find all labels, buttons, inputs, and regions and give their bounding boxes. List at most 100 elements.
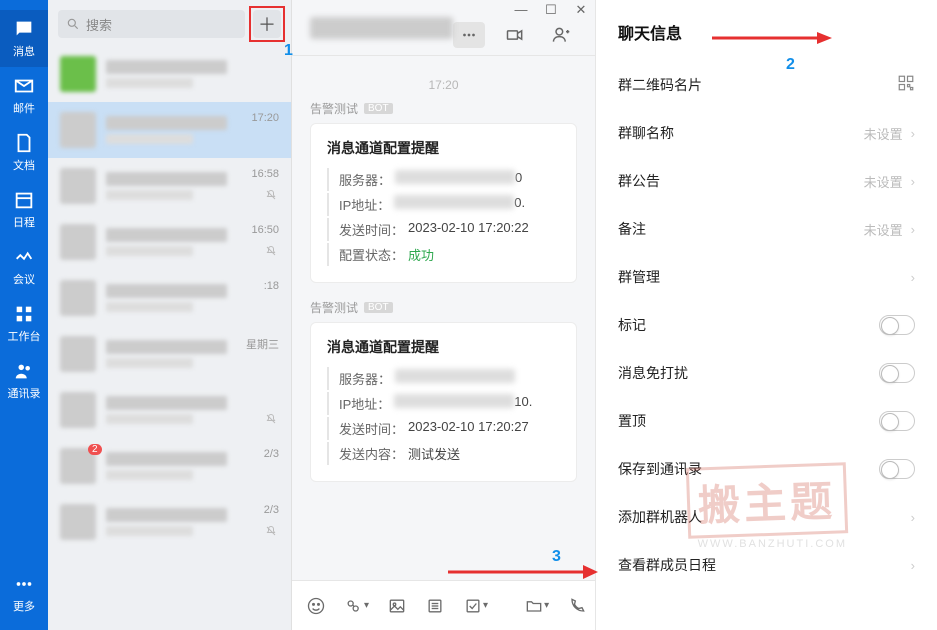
minimize-button[interactable]: — (513, 2, 529, 18)
info-row-查看群成员日程[interactable]: 查看群成员日程› (596, 541, 937, 589)
nav-more[interactable]: 更多 (0, 565, 48, 622)
info-label: 群聊名称 (618, 123, 674, 143)
task-button[interactable]: ▾ (463, 596, 488, 616)
image-button[interactable] (387, 596, 407, 616)
add-member-button[interactable] (545, 22, 577, 48)
info-row-群管理[interactable]: 群管理› (596, 253, 937, 301)
info-value: 未设置 (864, 172, 903, 191)
info-label: 置顶 (618, 411, 646, 431)
info-label: 备注 (618, 219, 646, 239)
info-row-群聊名称[interactable]: 群聊名称未设置› (596, 109, 937, 157)
chevron-right-icon: › (911, 174, 915, 189)
conversation-item[interactable]: 2/3 2 (48, 438, 291, 494)
info-title: 聊天信息 (596, 20, 937, 60)
info-row-保存到通讯录[interactable]: 保存到通讯录 (596, 445, 937, 493)
card-field: 服务器： (327, 367, 560, 390)
conv-time: :18 (264, 280, 279, 292)
info-row-群二维码名片[interactable]: 群二维码名片 (596, 60, 937, 109)
call-button[interactable] (567, 596, 587, 616)
avatar (60, 280, 96, 316)
nav-label: 消息 (13, 43, 35, 59)
screenshot-button[interactable]: ▾ (344, 596, 369, 616)
conversation-item[interactable]: 2/3 (48, 494, 291, 550)
sidebar-nav: 消息 邮件 文档 日程 会议 工作台 通讯录 更多 (0, 0, 48, 630)
toggle-switch[interactable] (879, 411, 915, 431)
message-sender: 告警测试BOT (310, 299, 577, 316)
conversation-item[interactable]: 16:50 (48, 214, 291, 270)
card-field: 发送时间：2023-02-10 17:20:27 (327, 417, 560, 440)
avatar (60, 112, 96, 148)
conv-time: 星期三 (246, 336, 279, 352)
info-label: 群公告 (618, 171, 660, 191)
info-row-群公告[interactable]: 群公告 未设置 › (596, 157, 937, 205)
mute-icon (265, 245, 277, 260)
avatar (60, 224, 96, 260)
nav-docs[interactable]: 文档 (0, 124, 48, 181)
maximize-button[interactable]: ☐ (543, 2, 559, 18)
avatar (60, 504, 96, 540)
info-row-标记[interactable]: 标记 (596, 301, 937, 349)
conversation-item[interactable]: 16:58 (48, 158, 291, 214)
nav-calendar[interactable]: 日程 (0, 181, 48, 238)
nav-contacts[interactable]: 通讯录 (0, 352, 48, 409)
conv-preview-blurred (106, 134, 193, 144)
conv-time: 2/3 (264, 448, 279, 460)
search-placeholder: 搜索 (86, 15, 112, 34)
window-controls: — ☐ ✕ (513, 2, 589, 18)
conversation-item[interactable]: 17:20 (48, 102, 291, 158)
nav-meeting[interactable]: 会议 (0, 238, 48, 295)
conversation-item[interactable]: :18 (48, 270, 291, 326)
conv-preview-blurred (106, 246, 193, 256)
chevron-right-icon: › (911, 558, 915, 573)
emoji-button[interactable] (306, 596, 326, 616)
conv-name-blurred (106, 396, 227, 410)
info-value: 未设置 (864, 220, 903, 239)
conv-preview-blurred (106, 190, 193, 200)
doc-icon (13, 132, 35, 154)
info-value: 未设置 (864, 124, 903, 143)
card-field: 发送内容：测试发送 (327, 442, 560, 465)
card-field: 服务器：0 (327, 168, 560, 191)
card-title: 消息通道配置提醒 (327, 337, 560, 357)
nav-label: 文档 (13, 157, 35, 173)
list-button[interactable] (425, 596, 445, 616)
info-label: 群二维码名片 (618, 75, 702, 95)
card-field: 配置状态：成功 (327, 243, 560, 266)
search-icon (66, 17, 80, 31)
add-button[interactable]: ＋ (253, 10, 281, 38)
card-field: 发送时间：2023-02-10 17:20:22 (327, 218, 560, 241)
unread-badge: 2 (88, 444, 102, 455)
conv-preview-blurred (106, 526, 193, 536)
info-row-添加群机器人[interactable]: 添加群机器人› (596, 493, 937, 541)
conversation-item[interactable] (48, 46, 291, 102)
conv-preview-blurred (106, 414, 193, 424)
nav-messages[interactable]: 消息 (0, 10, 48, 67)
conv-preview-blurred (106, 470, 193, 480)
nav-label: 会议 (13, 271, 35, 287)
info-row-置顶[interactable]: 置顶 (596, 397, 937, 445)
avatar (60, 168, 96, 204)
time-divider: 17:20 (310, 78, 577, 92)
avatar (60, 336, 96, 372)
avatar (60, 392, 96, 428)
nav-mail[interactable]: 邮件 (0, 67, 48, 124)
toggle-switch[interactable] (879, 459, 915, 479)
close-button[interactable]: ✕ (573, 2, 589, 18)
folder-button[interactable]: ▾ (524, 596, 549, 616)
info-row-备注[interactable]: 备注未设置› (596, 205, 937, 253)
conversation-item[interactable]: 星期三 (48, 326, 291, 382)
more-options-button[interactable] (453, 22, 485, 48)
chat-title (310, 17, 453, 39)
toggle-switch[interactable] (879, 363, 915, 383)
toggle-switch[interactable] (879, 315, 915, 335)
contacts-icon (13, 360, 35, 382)
conv-name-blurred (106, 228, 227, 242)
more-icon (13, 573, 35, 595)
search-input[interactable]: 搜索 (58, 10, 245, 38)
conv-time: 16:58 (251, 168, 279, 180)
conversation-item[interactable] (48, 382, 291, 438)
conv-name-blurred (106, 172, 227, 186)
nav-workbench[interactable]: 工作台 (0, 295, 48, 352)
info-row-消息免打扰[interactable]: 消息免打扰 (596, 349, 937, 397)
video-call-button[interactable] (499, 22, 531, 48)
